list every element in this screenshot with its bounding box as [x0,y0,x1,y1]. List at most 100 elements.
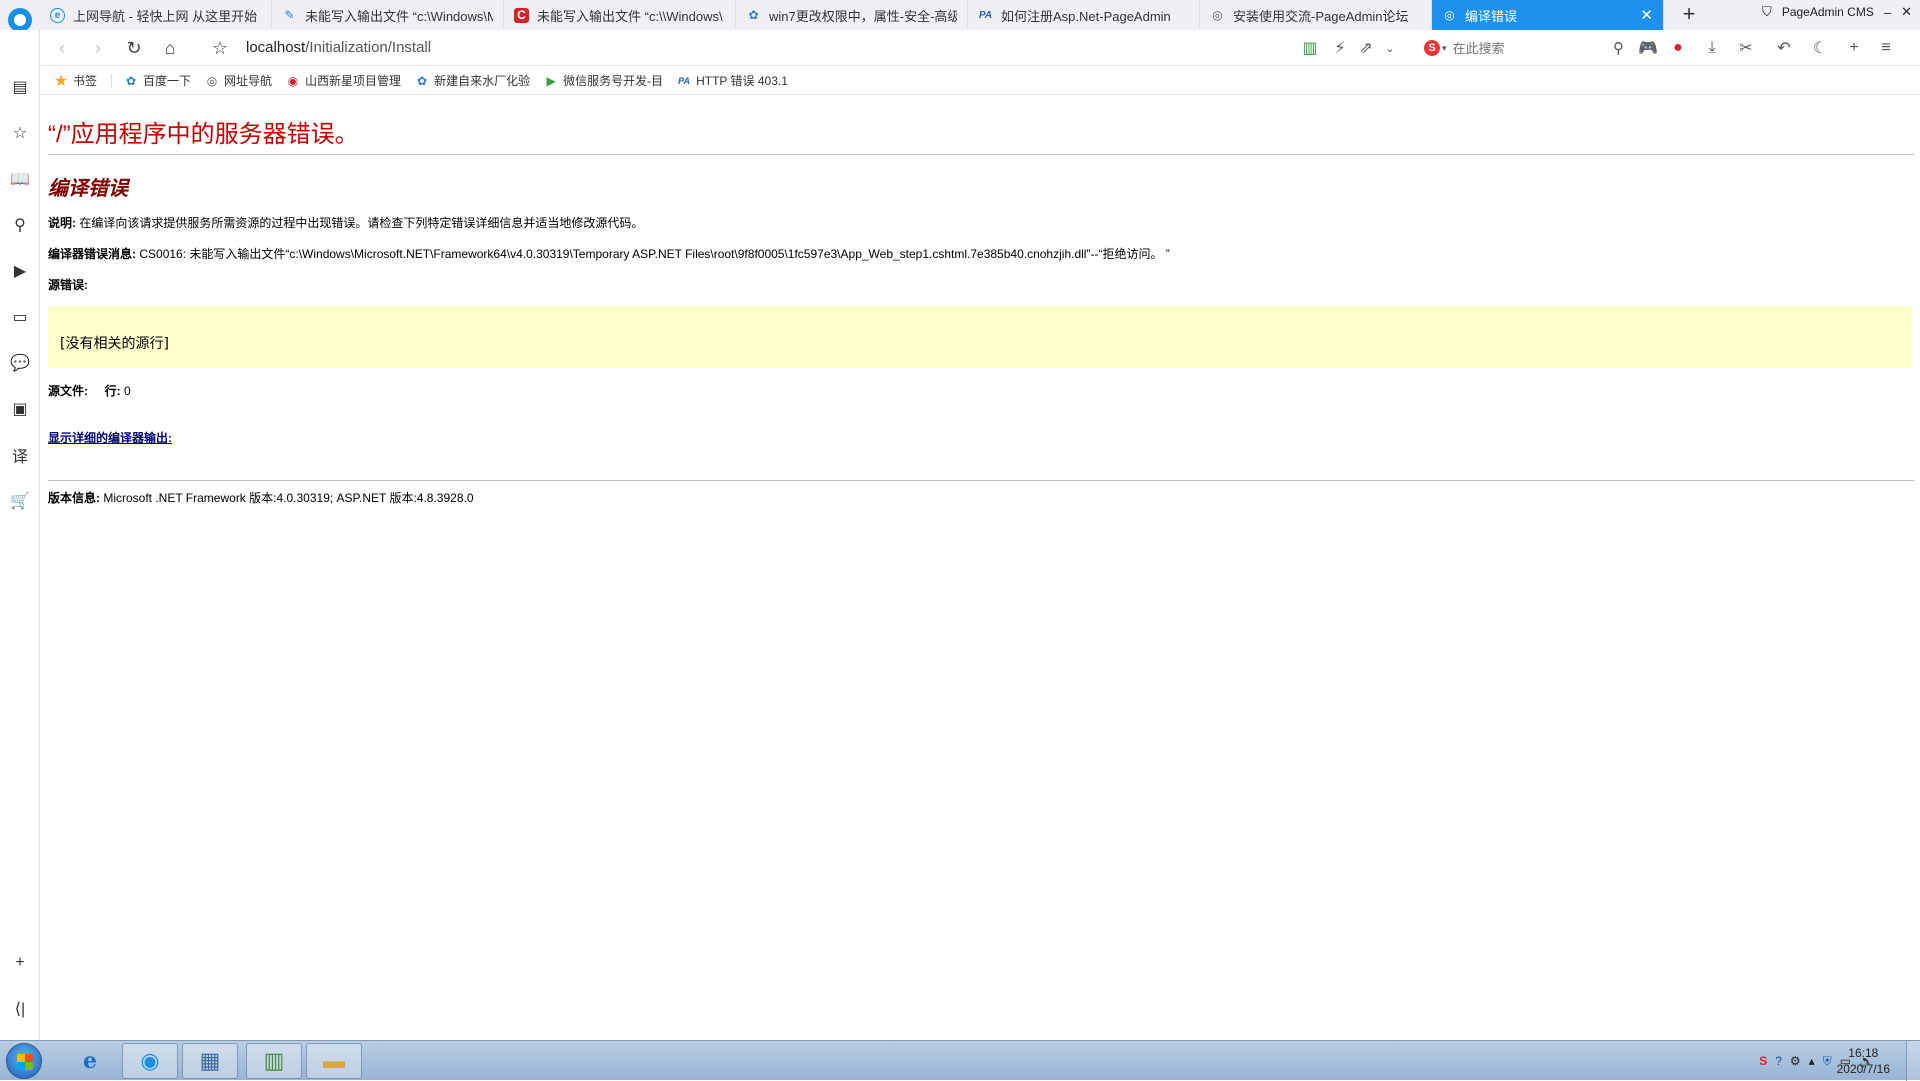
lightning-icon[interactable]: ⚡ [1330,38,1350,58]
caret-down-icon[interactable]: ▾ [1442,43,1447,54]
reader-book-icon[interactable]: 📖 [9,168,31,190]
live-icon[interactable]: ▭ [9,306,31,328]
paw-icon: ✿ [748,8,759,22]
undo-icon[interactable]: ↶ [1774,38,1794,58]
bookmark-item[interactable]: ★ 书签 [54,72,97,90]
cart-icon[interactable]: 🛒 [9,490,31,512]
source-error-label: 源错误: [48,278,88,292]
help-icon[interactable]: ? [1775,1054,1782,1068]
bookmark-item[interactable]: ✿ 新建自来水厂化验 [415,72,530,89]
compiler-message-line: 编译器错误消息: CS0016: 未能写入输出文件“c:\Windows\Mic… [48,245,1170,262]
share-icon[interactable]: ⇗ [1356,38,1376,58]
control-panel-icon[interactable]: ▦ [182,1043,238,1079]
tab-label: 如何注册Asp.Net-PageAdmin [1001,8,1171,24]
search-box[interactable]: S ▾ ⚲ [1424,36,1624,60]
source-error-box: [没有相关的源行] [48,306,1912,368]
c-icon: C [514,7,529,23]
bookmark-item[interactable]: ✿ 百度一下 [124,72,191,89]
source-file-label: 源文件: [48,384,88,398]
paw-icon: ✿ [417,73,428,88]
translate-icon[interactable]: 译 [9,444,31,466]
folder-icon[interactable]: ▬ [306,1043,362,1079]
show-hidden-icon[interactable]: ▴ [1809,1054,1815,1068]
new-tab-button[interactable]: + [1676,2,1702,28]
reader-mode-icon[interactable]: ▥ [1300,38,1320,58]
bookmark-star-icon[interactable]: ☆ [208,36,232,60]
address-bar[interactable]: localhost/Initialization/Install [246,39,431,56]
tab-bar: e 上网导航 - 轻快上网 从这里开始 ✎ 未能写入输出文件 “c:\Windo… [0,0,1920,32]
search-icon[interactable]: ⚲ [1613,39,1624,57]
close-tab-icon[interactable]: ✕ [1640,6,1653,24]
briefcase-icon[interactable]: ▣ [9,398,31,420]
show-compiler-output-link[interactable]: 显示详细的编译器输出: [48,429,172,446]
version-label: 版本信息: [48,491,100,505]
url-path: /Initialization/Install [305,39,432,56]
compiler-message-label: 编译器错误消息: [48,247,136,261]
ie-icon[interactable]: e [62,1043,118,1079]
chevron-down-icon[interactable]: ⌄ [1380,38,1400,58]
tab-item[interactable]: ◎ 安装使用交流-PageAdmin论坛 [1200,0,1432,30]
add-icon[interactable]: + [1844,38,1864,58]
browser-logo-icon[interactable] [8,8,32,32]
tab-active[interactable]: ◎ 编译错误 ✕ [1432,0,1664,30]
menu-icon[interactable]: ≡ [1876,38,1896,58]
description-label: 说明: [48,216,76,230]
night-mode-icon[interactable]: ☾ [1810,38,1830,58]
shield-icon[interactable]: ⛨ [1823,1054,1832,1069]
forward-icon[interactable]: › [86,36,110,60]
tab-item[interactable]: ✿ win7更改权限中，属性-安全-高级 [736,0,968,30]
minimize-icon[interactable]: – [1884,5,1891,20]
bookmark-item[interactable]: ▶ 微信服务号开发-目 [544,72,663,89]
chat-icon[interactable]: 💬 [9,352,31,374]
divider [48,480,1914,481]
globe-icon: ◎ [1212,8,1223,22]
tab-label: 安装使用交流-PageAdmin论坛 [1233,8,1409,24]
scissors-icon[interactable]: ✂ [1736,38,1756,58]
clock[interactable]: 16:18 2020/7/16 [1837,1045,1890,1077]
bookmark-item[interactable]: ◎ 网址导航 [205,72,272,89]
browser-task-icon[interactable]: ◉ [122,1043,178,1079]
search-input[interactable] [1452,40,1593,56]
description-text: 在编译向该请求提供服务所需资源的过程中出现错误。请检查下列特定错误详细信息并适当… [79,216,644,230]
bookmark-label: 新建自来水厂化验 [434,74,531,88]
tab-item[interactable]: e 上网导航 - 轻快上网 从这里开始 [40,0,272,30]
tab-item[interactable]: PA 如何注册Asp.Net-PageAdmin [968,0,1200,30]
refresh-icon[interactable]: ↻ [122,36,146,60]
favorites-star-icon[interactable]: ☆ [9,122,31,144]
add-sidebar-icon[interactable]: + [9,952,31,974]
line-label: 行: [104,384,121,398]
game-icon[interactable]: 🎮 [1638,38,1658,58]
back-icon[interactable]: ‹ [50,36,74,60]
version-info-line: 版本信息: Microsoft .NET Framework 版本:4.0.30… [48,489,474,506]
ie-e-icon: e [50,7,65,23]
bookmark-item[interactable]: ◉ 山西新星项目管理 [286,72,401,89]
search-engine-icon[interactable]: S [1424,40,1440,56]
bookmark-label: HTTP 错误 403.1 [696,74,788,88]
tab-item[interactable]: C 未能写入输出文件 “c:\\Windows\ [504,0,736,30]
home-icon[interactable]: ⌂ [158,36,182,60]
window-title: PageAdmin CMS [1781,5,1874,19]
collapse-sidebar-icon[interactable]: ⟨| [9,998,31,1020]
bookmark-item[interactable]: PA HTTP 错误 403.1 [677,72,788,89]
tray-settings-icon[interactable]: ⚙ [1790,1054,1801,1068]
search-icon[interactable]: ⚲ [9,214,31,236]
version-text: Microsoft .NET Framework 版本:4.0.30319; A… [103,491,474,505]
show-desktop-button[interactable] [1906,1041,1920,1081]
shirt-icon[interactable]: ⛉ [1762,4,1772,20]
news-icon[interactable]: ▤ [9,76,31,98]
divider [48,154,1914,155]
download-icon[interactable]: ⤓ [1702,38,1722,58]
network-icon[interactable]: ▥ [246,1043,302,1079]
bookmark-label: 山西新星项目管理 [305,74,402,88]
compiler-message-text: CS0016: 未能写入输出文件“c:\Windows\Microsoft.NE… [139,247,1170,261]
close-window-icon[interactable]: ✕ [1901,4,1912,20]
video-icon[interactable]: ▶ [9,260,31,282]
window-controls: ⛉ PageAdmin CMS – ✕ [1762,4,1912,20]
start-button[interactable] [6,1043,42,1079]
tab-item[interactable]: ✎ 未能写入输出文件 “c:\Windows\M [272,0,504,30]
tab-label: win7更改权限中，属性-安全-高级 [769,8,957,24]
sogou-icon[interactable]: S [1759,1054,1767,1068]
taskbar: e ◉ ▦ ▥ ▬ S ? ⚙ ▴ ⛨ ▭ 🔈 16:18 2020/7/16 [0,1040,1920,1081]
jd-icon[interactable]: ● [1668,38,1688,58]
pa-icon: PA [678,75,690,86]
